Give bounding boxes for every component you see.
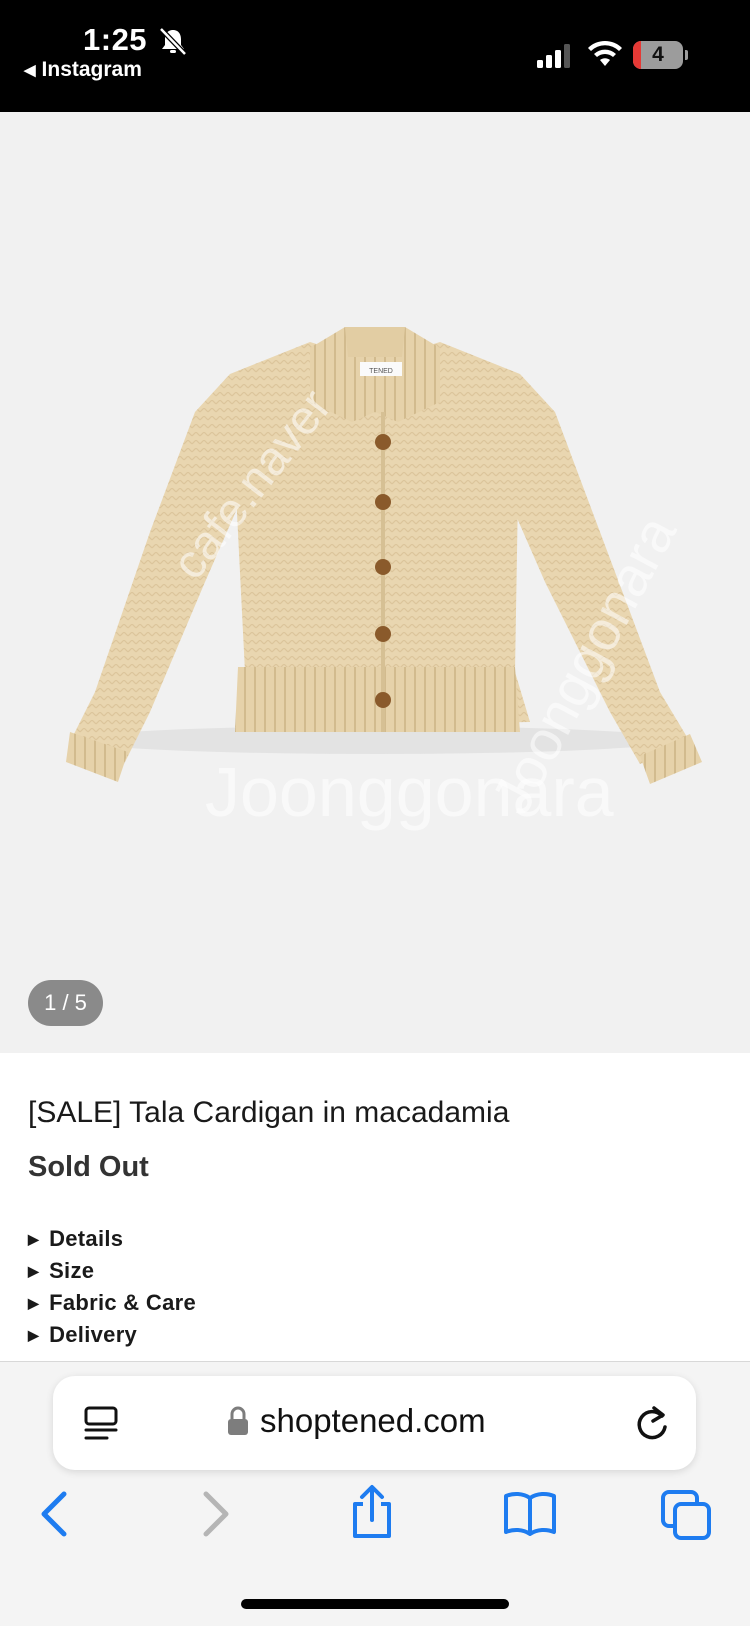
image-counter: 1 / 5 <box>28 980 103 1026</box>
sold-out-status: Sold Out <box>28 1151 149 1183</box>
lock-icon <box>228 1406 248 1435</box>
cardigan-illustration: TENED <box>66 327 702 784</box>
battery-level: 4 <box>652 43 664 66</box>
back-to-app-button[interactable]: ◀ Instagram <box>24 58 142 82</box>
share-icon[interactable] <box>349 1484 395 1540</box>
product-image[interactable]: TENED Joonggonara cafe.naver Joonggonara… <box>0 112 750 1053</box>
address-bar[interactable]: shoptened.com <box>53 1376 696 1470</box>
details-toggle[interactable]: ▶ Details <box>28 1223 196 1255</box>
disclosure-triangle-icon: ▶ <box>28 1294 40 1311</box>
fabric-care-toggle[interactable]: ▶ Fabric & Care <box>28 1287 196 1319</box>
tabs-icon[interactable] <box>661 1490 713 1542</box>
product-sections: ▶ Details ▶ Size ▶ Fabric & Care ▶ Deliv… <box>28 1223 196 1351</box>
back-arrow-icon[interactable] <box>38 1490 70 1538</box>
delivery-toggle[interactable]: ▶ Delivery <box>28 1319 196 1351</box>
section-label: Size <box>49 1258 95 1283</box>
battery-icon: 4 <box>633 41 688 69</box>
home-indicator[interactable] <box>241 1599 509 1609</box>
back-app-label: Instagram <box>41 58 142 81</box>
section-label: Delivery <box>49 1322 138 1347</box>
page-menu-icon[interactable] <box>83 1406 119 1442</box>
disclosure-triangle-icon: ▶ <box>28 1326 40 1343</box>
size-toggle[interactable]: ▶ Size <box>28 1255 196 1287</box>
wifi-icon <box>588 40 622 66</box>
bookmarks-icon[interactable] <box>503 1490 557 1536</box>
cellular-signal-icon <box>537 44 570 68</box>
reload-icon[interactable] <box>633 1402 671 1444</box>
section-label: Details <box>49 1226 124 1251</box>
back-triangle-icon: ◀ <box>24 62 36 79</box>
status-bar: 1:25 ◀ Instagram 4 <box>0 0 750 112</box>
product-title: [SALE] Tala Cardigan in macadamia <box>28 1096 510 1129</box>
bell-slash-icon <box>159 27 187 56</box>
url-text: shoptened.com <box>260 1402 486 1439</box>
section-label: Fabric & Care <box>49 1290 197 1315</box>
forward-arrow-icon[interactable] <box>200 1490 232 1538</box>
disclosure-triangle-icon: ▶ <box>28 1262 40 1279</box>
disclosure-triangle-icon: ▶ <box>28 1230 40 1247</box>
garment-label: TENED <box>369 368 393 375</box>
status-time: 1:25 <box>83 22 148 57</box>
